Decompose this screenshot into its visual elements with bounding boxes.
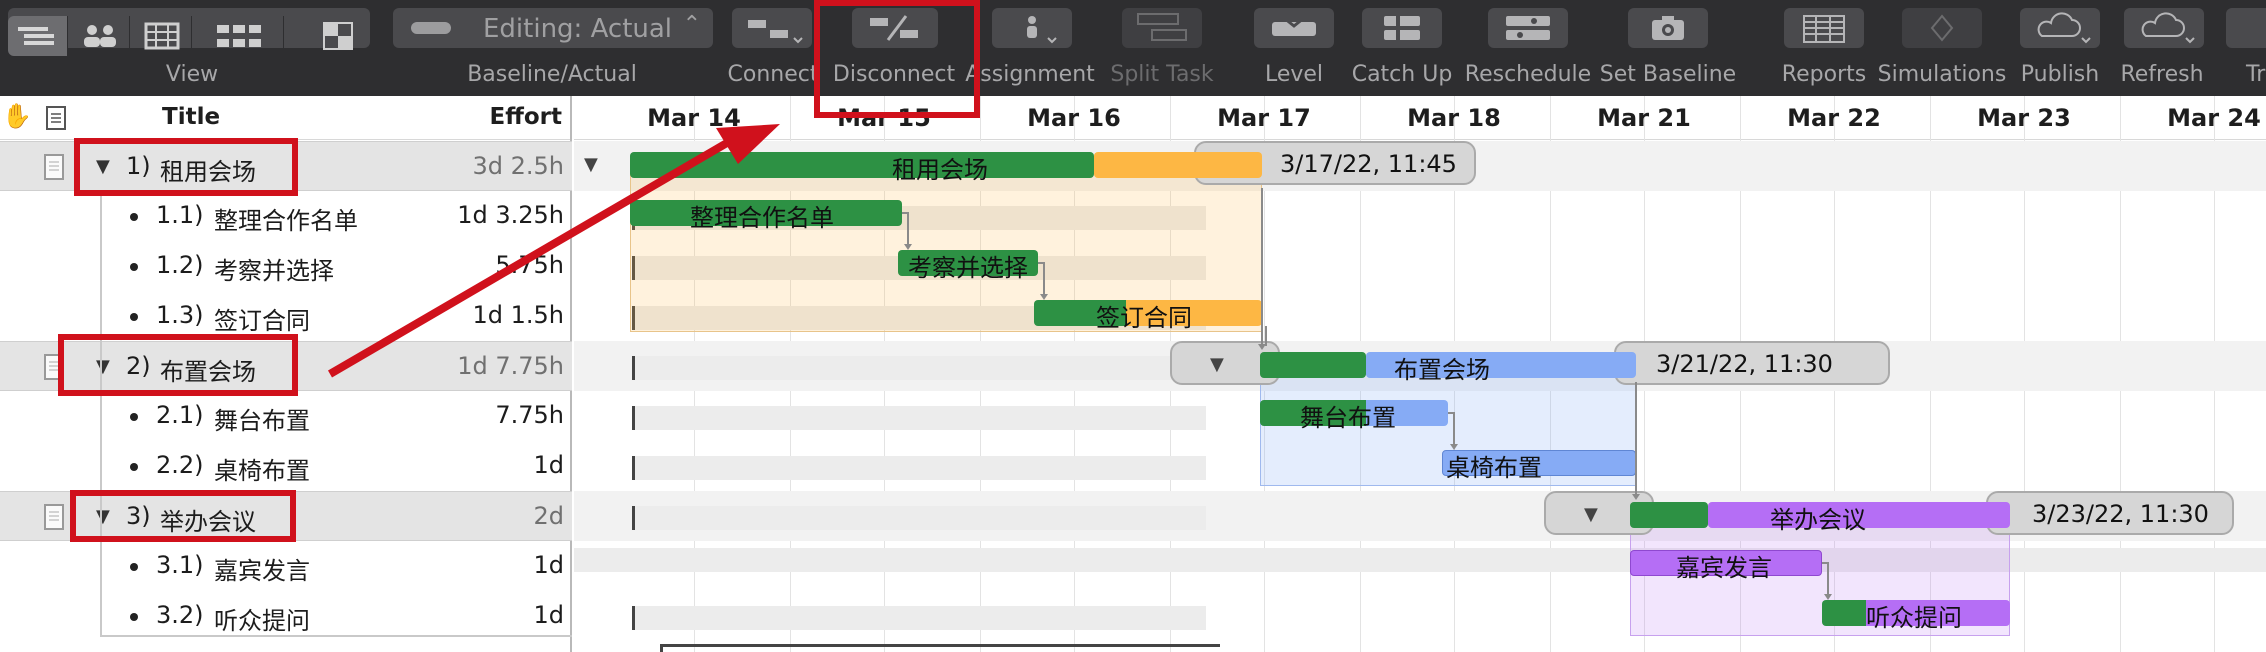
- annotation-arrow: [327, 124, 780, 378]
